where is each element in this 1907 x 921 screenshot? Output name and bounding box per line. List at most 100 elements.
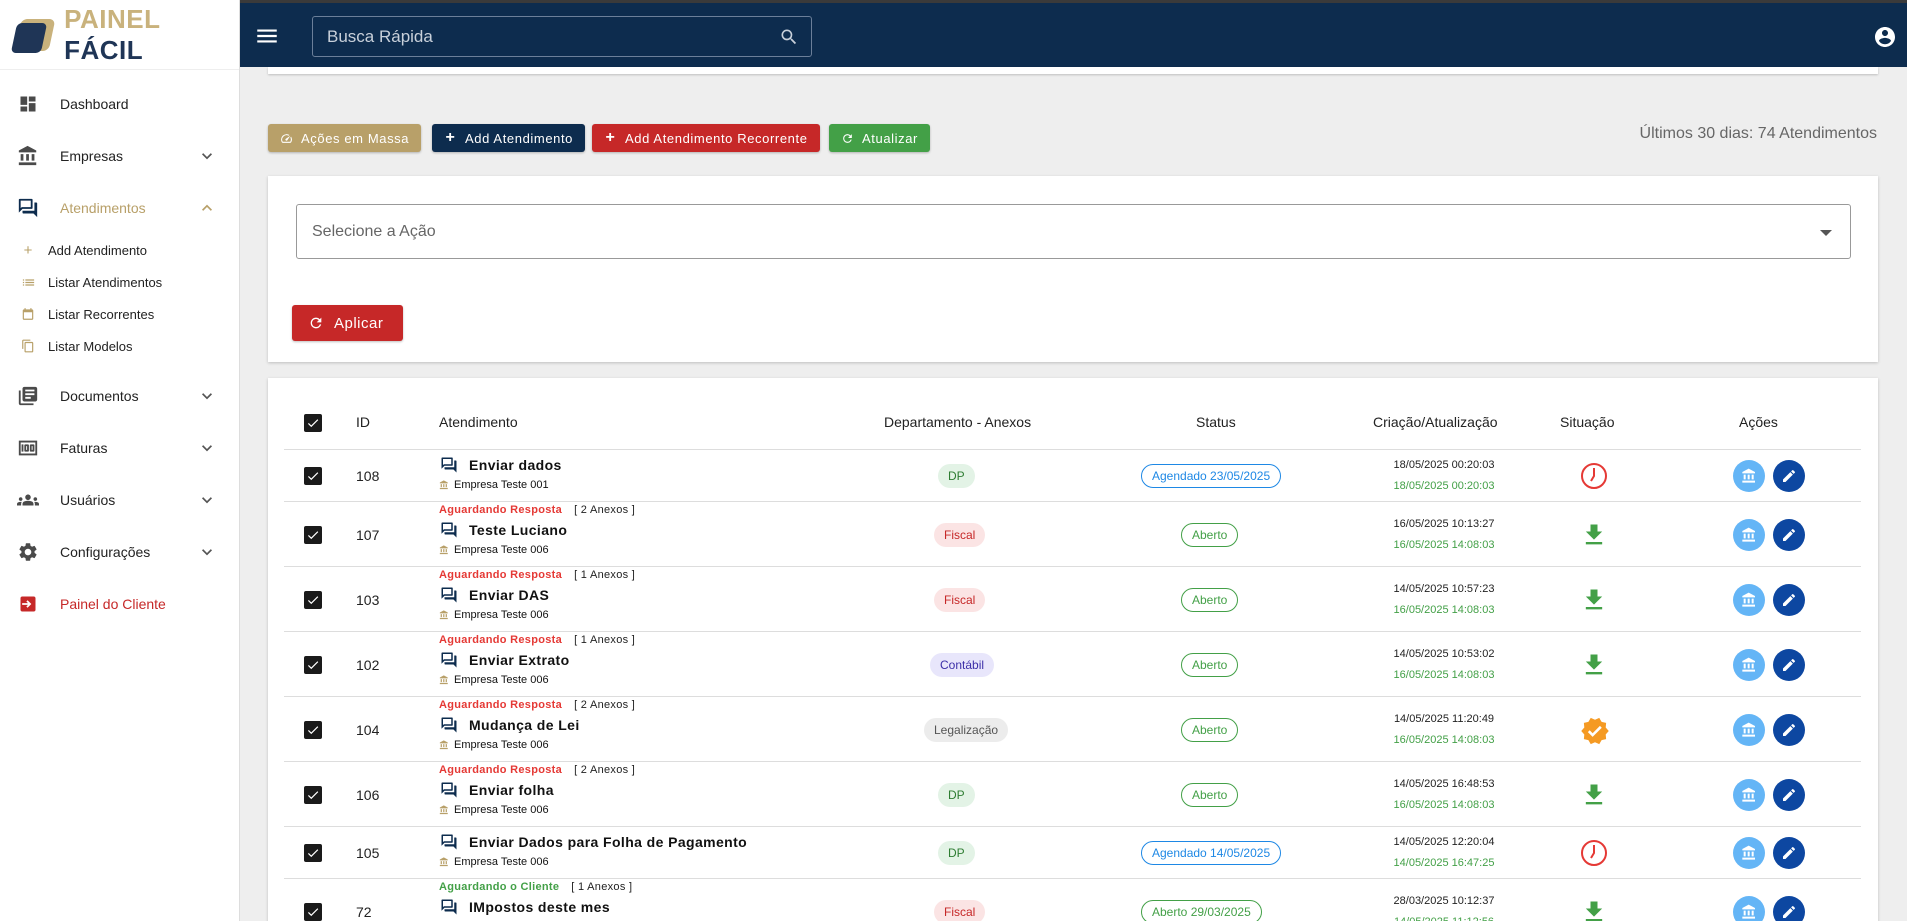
bank-icon (439, 805, 449, 815)
empresa-button[interactable] (1733, 778, 1765, 811)
edit-button[interactable] (1773, 460, 1805, 492)
refresh-label: Atualizar (862, 130, 918, 146)
edit-button[interactable] (1773, 895, 1805, 921)
edit-button[interactable] (1773, 778, 1805, 811)
add-recurring-button[interactable]: + Add Atendimento Recorrente (592, 124, 820, 152)
refresh-button[interactable]: Atualizar (829, 124, 930, 152)
add-atendimento-button[interactable]: + Add Atendimento (432, 124, 586, 152)
speed-icon (280, 132, 293, 145)
sidebar-item-empresas[interactable]: Empresas (0, 130, 239, 182)
submenu-item-listar-modelos[interactable]: Listar Modelos (0, 330, 239, 362)
edit-button[interactable] (1773, 837, 1805, 869)
sidebar-item-painel-cliente[interactable]: Painel do Cliente (0, 578, 239, 630)
exit-icon (16, 592, 40, 616)
sidebar-item-label: Empresas (60, 148, 124, 164)
empresa-button[interactable] (1733, 895, 1765, 921)
row-checkbox[interactable] (304, 720, 322, 739)
submenu-item-listar-atendimentos[interactable]: Listar Atendimentos (0, 266, 239, 298)
table-row[interactable]: 108 Enviar dados Empresa Teste 001 DP Agenda… (284, 450, 1861, 502)
row-dates: 14/05/2025 11:20:49 16/05/2025 14:08:03 (1354, 709, 1534, 751)
sidebar-item-dashboard[interactable]: Dashboard (0, 78, 239, 130)
forum-icon (439, 521, 459, 539)
sidebar-item-usuarios[interactable]: Usuários (0, 474, 239, 526)
row-title-link[interactable]: Mudança de Lei (439, 716, 580, 734)
select-all-checkbox[interactable] (304, 414, 322, 432)
action-select[interactable]: Selecione a Ação (296, 204, 1851, 259)
edit-button[interactable] (1773, 518, 1805, 551)
created-date: 14/05/2025 10:53:02 (1393, 647, 1495, 660)
row-dates: 16/05/2025 10:13:27 16/05/2025 14:08:03 (1354, 514, 1534, 556)
empresa-button[interactable] (1733, 837, 1765, 869)
created-date: 14/05/2025 10:57:23 (1393, 582, 1495, 595)
row-title-link[interactable]: Enviar Dados para Folha de Pagamento (439, 833, 747, 851)
row-anexos: [ 2 Anexos ] (574, 699, 636, 711)
apply-button[interactable]: Aplicar (292, 305, 403, 341)
empresa-button[interactable] (1733, 713, 1765, 746)
table-row[interactable]: 107 Aguardando Resposta [ 2 Anexos ] Teste … (284, 502, 1861, 567)
status-badge: Aberto (1181, 522, 1239, 547)
row-title-link[interactable]: IMpostos deste mes (439, 898, 610, 916)
table-row[interactable]: 102 Aguardando Resposta [ 1 Anexos ] Enviar… (284, 632, 1861, 697)
account-icon[interactable] (1873, 25, 1897, 49)
row-status-text: Aguardando Resposta (439, 764, 563, 776)
row-title-link[interactable]: Enviar folha (439, 781, 554, 799)
search-icon[interactable] (779, 27, 799, 47)
row-empresa: Empresa Teste 006 (439, 856, 549, 868)
row-checkbox[interactable] (304, 525, 322, 544)
row-empresa: Empresa Teste 006 (439, 804, 549, 816)
table-row[interactable]: 103 Aguardando Resposta [ 1 Anexos ] Enviar… (284, 567, 1861, 632)
sidebar-item-faturas[interactable]: Faturas (0, 422, 239, 474)
mass-actions-label: Ações em Massa (301, 130, 410, 146)
empresa-button[interactable] (1733, 518, 1765, 551)
table-row[interactable]: 105 Enviar Dados para Folha de Pagamento E… (284, 827, 1861, 879)
row-dates: 14/05/2025 10:53:02 16/05/2025 14:08:03 (1354, 644, 1534, 686)
empresa-button[interactable] (1733, 648, 1765, 681)
row-id: 103 (356, 591, 380, 608)
search-input[interactable] (313, 17, 811, 56)
edit-button[interactable] (1773, 583, 1805, 616)
logo-mark (10, 17, 56, 53)
sidebar-item-atendimentos[interactable]: Atendimentos (0, 182, 239, 234)
row-checkbox[interactable] (304, 655, 322, 674)
table-row[interactable]: 104 Aguardando Resposta [ 2 Anexos ] Mudanç… (284, 697, 1861, 762)
sidebar-item-configuracoes[interactable]: Configurações (0, 526, 239, 578)
submenu-item-add-atendimento[interactable]: + Add Atendimento (0, 234, 239, 266)
submenu-item-label: Listar Recorrentes (48, 306, 155, 322)
table-row[interactable]: 106 Aguardando Resposta [ 2 Anexos ] Enviar… (284, 762, 1861, 827)
submenu-item-listar-recorrentes[interactable]: Listar Recorrentes (0, 298, 239, 330)
logo-text-part2: FÁCIL (64, 34, 144, 65)
row-title-link[interactable]: Teste Luciano (439, 521, 567, 539)
row-checkbox[interactable] (304, 844, 322, 862)
row-title-link[interactable]: Enviar DAS (439, 586, 549, 604)
status-badge: Agendado 23/05/2025 (1141, 464, 1282, 488)
row-empresa-name: Empresa Teste 006 (454, 856, 549, 868)
row-checkbox[interactable] (304, 785, 322, 804)
bank-icon (439, 545, 449, 555)
bank-icon (439, 480, 449, 490)
row-title-link[interactable]: Enviar Extrato (439, 651, 570, 669)
header-acoes: Ações (1739, 414, 1778, 430)
empresa-button[interactable] (1733, 583, 1765, 616)
row-checkbox[interactable] (304, 902, 322, 921)
row-title: IMpostos deste mes (469, 899, 611, 915)
edit-button[interactable] (1773, 648, 1805, 681)
menu-icon[interactable] (254, 23, 280, 49)
header-departamento: Departamento - Anexos (884, 414, 1032, 430)
mass-actions-button[interactable]: Ações em Massa (268, 124, 422, 152)
search-box (312, 16, 812, 57)
row-checkbox[interactable] (304, 590, 322, 609)
updated-date: 14/05/2025 11:12:56 (1354, 912, 1534, 921)
row-title: Enviar Extrato (469, 652, 570, 668)
sidebar-item-label: Faturas (60, 440, 108, 456)
row-dates: 18/05/2025 00:20:03 18/05/2025 00:20:03 (1354, 455, 1534, 497)
bank-icon (439, 610, 449, 620)
logo[interactable]: PAINEL FÁCIL (0, 0, 239, 70)
edit-button[interactable] (1773, 713, 1805, 746)
empresa-button[interactable] (1733, 460, 1765, 492)
document-icon (16, 384, 40, 408)
row-anexos: [ 1 Anexos ] (574, 634, 636, 646)
table-row[interactable]: 72 Aguardando o Cliente [ 1 Anexos ] IMpost… (284, 879, 1861, 921)
row-title-link[interactable]: Enviar dados (439, 456, 562, 474)
row-checkbox[interactable] (304, 467, 322, 485)
sidebar-item-documentos[interactable]: Documentos (0, 370, 239, 422)
